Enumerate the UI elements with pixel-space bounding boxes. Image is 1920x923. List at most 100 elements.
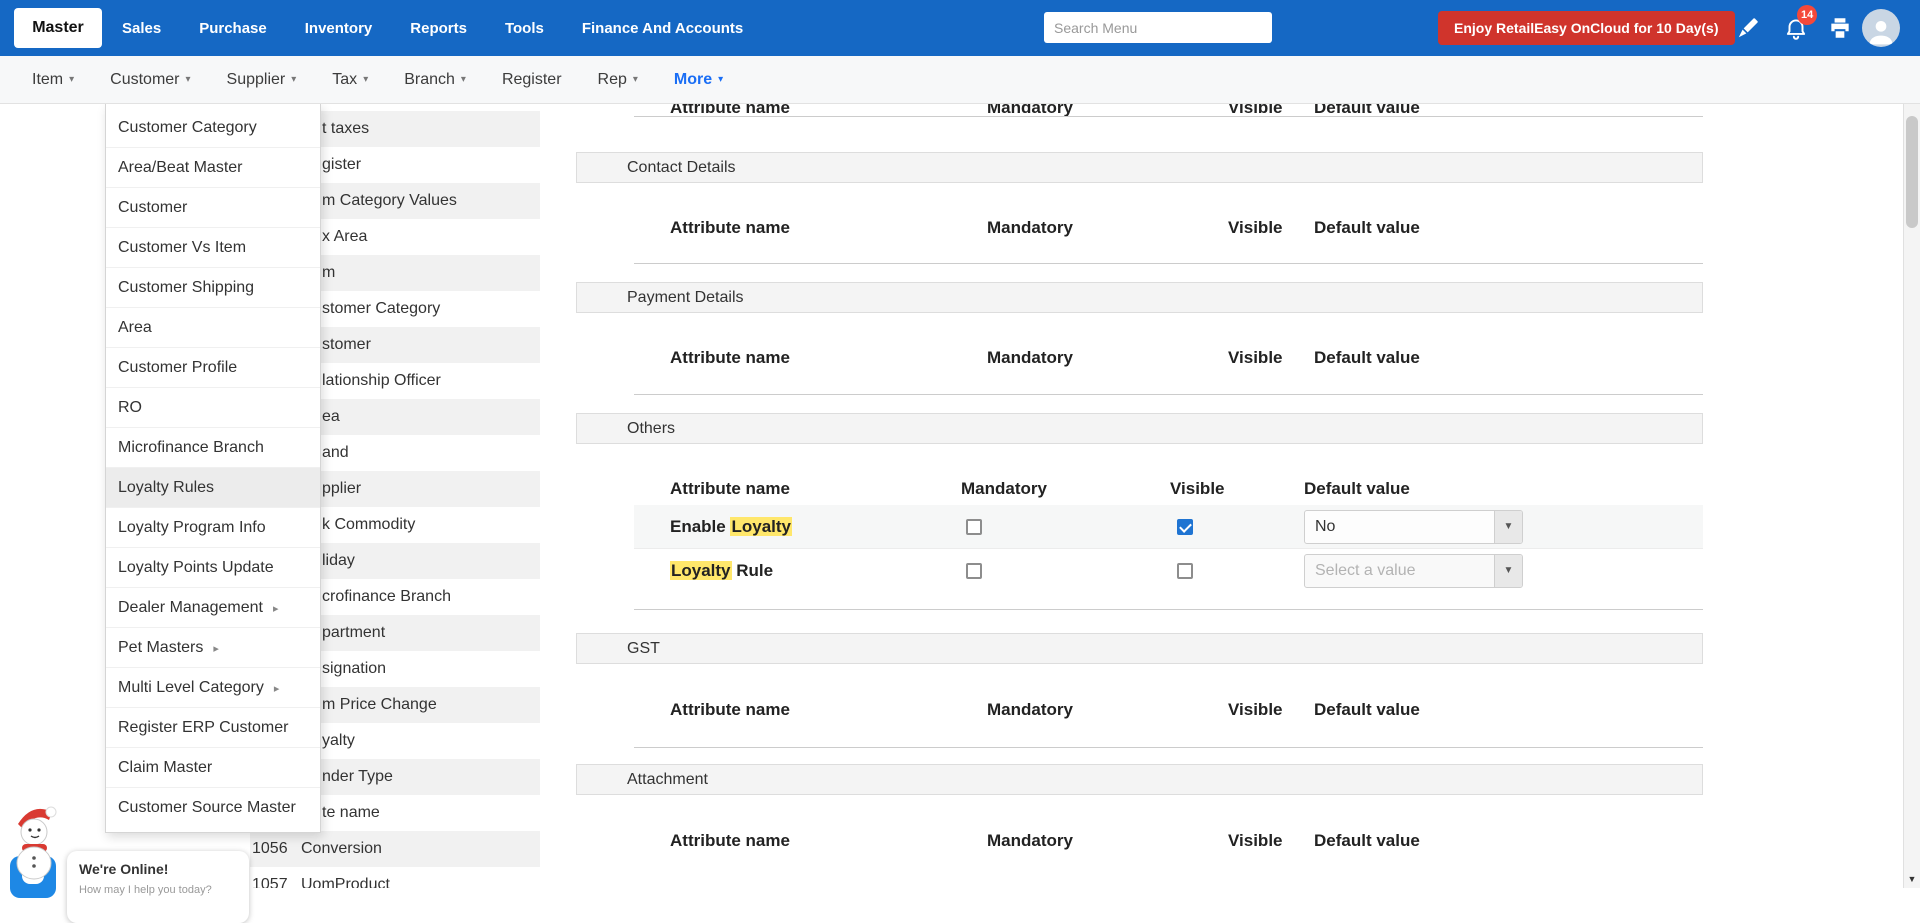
column-header-row: Attribute name Mandatory Visible Default… xyxy=(576,344,1703,372)
column-header-default-value: Default value xyxy=(1304,475,1410,503)
paint-brush-icon[interactable] xyxy=(1735,15,1761,41)
menu-item-customer-profile[interactable]: Customer Profile xyxy=(106,348,320,388)
section-header-attachment: Attachment xyxy=(576,764,1703,795)
menubar-item-tax[interactable]: Tax▾ xyxy=(332,71,368,89)
chevron-down-icon: ▾ xyxy=(718,74,723,85)
menu-item-customer[interactable]: Customer xyxy=(106,188,320,228)
mandatory-checkbox[interactable] xyxy=(966,563,982,579)
nav-item-reports[interactable]: Reports xyxy=(410,20,467,37)
menubar-item-label: Register xyxy=(502,71,562,89)
visible-checkbox[interactable] xyxy=(1177,519,1193,535)
menubar-item-branch[interactable]: Branch▾ xyxy=(404,71,466,89)
menu-item-label: Loyalty Points Update xyxy=(118,559,274,576)
menu-item-customer-vs-item[interactable]: Customer Vs Item xyxy=(106,228,320,268)
menu-item-multi-level-category[interactable]: Multi Level Category▸ xyxy=(106,668,320,708)
column-header-default-value: Default value xyxy=(1314,214,1420,242)
menubar-item-supplier[interactable]: Supplier▾ xyxy=(227,71,297,89)
divider xyxy=(634,747,1703,748)
list-item-label: gister xyxy=(322,147,361,183)
menu-item-register-erp-customer[interactable]: Register ERP Customer xyxy=(106,708,320,748)
menu-item-label: Customer Vs Item xyxy=(118,239,246,256)
column-header-row: Attribute name Mandatory Visible Default… xyxy=(576,696,1703,724)
menu-item-loyalty-program-info[interactable]: Loyalty Program Info xyxy=(106,508,320,548)
list-item[interactable]: 1057UomProduct xyxy=(250,867,540,888)
menu-item-area-beat-master[interactable]: Area/Beat Master xyxy=(106,148,320,188)
menu-item-claim-master[interactable]: Claim Master xyxy=(106,748,320,788)
chat-mascot[interactable] xyxy=(4,800,66,887)
nav-item-tools[interactable]: Tools xyxy=(505,20,544,37)
menubar-item-rep[interactable]: Rep▾ xyxy=(598,71,638,89)
user-avatar[interactable] xyxy=(1862,9,1900,47)
submenu-arrow-icon: ▸ xyxy=(274,683,280,695)
menu-item-area[interactable]: Area xyxy=(106,308,320,348)
nav-master-button[interactable]: Master xyxy=(14,8,102,48)
chevron-down-icon: ▾ xyxy=(69,74,74,85)
column-header-row: Attribute name Mandatory Visible Default… xyxy=(576,475,1703,503)
list-item-label: m xyxy=(322,255,335,291)
chat-question-text: How may I help you today? xyxy=(79,884,237,896)
divider xyxy=(634,116,1703,117)
menu-item-loyalty-points-update[interactable]: Loyalty Points Update xyxy=(106,548,320,588)
list-item-label: ea xyxy=(322,399,340,435)
list-item-label: x Area xyxy=(322,219,367,255)
chat-status-bubble[interactable]: We're Online! How may I help you today? xyxy=(67,851,249,923)
nav-item-purchase[interactable]: Purchase xyxy=(199,20,267,37)
menu-item-loyalty-rules[interactable]: Loyalty Rules xyxy=(106,468,320,508)
select-placeholder: Select a value xyxy=(1315,555,1416,587)
chevron-down-icon: ▾ xyxy=(461,74,466,85)
column-header-mandatory: Mandatory xyxy=(987,214,1073,242)
printer-icon[interactable] xyxy=(1827,15,1853,41)
attribute-row-enable-loyalty: Enable Loyalty No ▼ xyxy=(634,505,1703,549)
submenu-arrow-icon: ▸ xyxy=(213,643,219,655)
list-item-label: stomer xyxy=(322,327,371,363)
visible-checkbox[interactable] xyxy=(1177,563,1193,579)
list-item-label: t taxes xyxy=(322,111,369,147)
column-header-row: Attribute name Mandatory Visible Default… xyxy=(576,827,1703,855)
nav-item-finance-and-accounts[interactable]: Finance And Accounts xyxy=(582,20,743,37)
list-item-label: crofinance Branch xyxy=(322,579,451,615)
menu-item-customer-shipping[interactable]: Customer Shipping xyxy=(106,268,320,308)
select-dropdown-button[interactable]: ▼ xyxy=(1494,511,1522,543)
vertical-scrollbar[interactable]: ▼ xyxy=(1903,104,1920,888)
scrollbar-thumb[interactable] xyxy=(1906,116,1918,228)
divider xyxy=(634,263,1703,264)
menu-item-label: Loyalty Rules xyxy=(118,479,214,496)
nav-item-sales[interactable]: Sales xyxy=(122,20,161,37)
menubar-item-label: Customer xyxy=(110,71,179,89)
menu-item-dealer-management[interactable]: Dealer Management ▸ xyxy=(106,588,320,628)
column-header-default-value: Default value xyxy=(1314,104,1420,122)
list-item-label: m Price Change xyxy=(322,687,437,723)
chevron-down-icon: ▾ xyxy=(633,74,638,85)
column-header-attribute-name: Attribute name xyxy=(670,214,790,242)
menu-item-customer-source-master[interactable]: Customer Source Master xyxy=(106,788,320,828)
select-value: No xyxy=(1315,511,1335,543)
column-header-attribute-name: Attribute name xyxy=(670,827,790,855)
select-dropdown-button[interactable]: ▼ xyxy=(1494,555,1522,587)
list-item[interactable]: 1056Conversion xyxy=(250,831,540,867)
menubar-item-customer[interactable]: Customer▾ xyxy=(110,71,190,89)
menu-item-ro[interactable]: RO xyxy=(106,388,320,428)
search-input[interactable] xyxy=(1044,12,1272,43)
scroll-down-arrow-icon[interactable]: ▼ xyxy=(1904,870,1920,888)
menubar-item-more[interactable]: More▾ xyxy=(674,71,723,89)
divider xyxy=(634,609,1703,610)
menu-item-pet-masters[interactable]: Pet Masters▸ xyxy=(106,628,320,668)
menubar-item-register[interactable]: Register xyxy=(502,71,562,89)
menu-item-customer-category[interactable]: Customer Category xyxy=(106,108,320,148)
menu-item-label: Customer Source Master xyxy=(118,799,296,816)
default-value-select[interactable]: No ▼ xyxy=(1304,510,1523,544)
chevron-down-icon: ▾ xyxy=(291,74,296,85)
menu-item-label: Dealer Management xyxy=(118,599,263,616)
master-menu-bar: Item▾ Customer▾ Supplier▾ Tax▾ Branch▾ R… xyxy=(0,56,1920,104)
promo-button[interactable]: Enjoy RetailEasy OnCloud for 10 Day(s) xyxy=(1438,11,1735,45)
mandatory-checkbox[interactable] xyxy=(966,519,982,535)
submenu-arrow-icon: ▸ xyxy=(273,603,279,615)
default-value-select[interactable]: Select a value ▼ xyxy=(1304,554,1523,588)
customer-dropdown-menu: Customer Category Area/Beat Master Custo… xyxy=(105,104,321,833)
column-header-mandatory: Mandatory xyxy=(987,344,1073,372)
column-header-visible: Visible xyxy=(1228,344,1283,372)
menubar-item-item[interactable]: Item▾ xyxy=(32,71,74,89)
menu-item-microfinance-branch[interactable]: Microfinance Branch xyxy=(106,428,320,468)
chevron-down-icon: ▾ xyxy=(363,74,368,85)
nav-item-inventory[interactable]: Inventory xyxy=(305,20,373,37)
